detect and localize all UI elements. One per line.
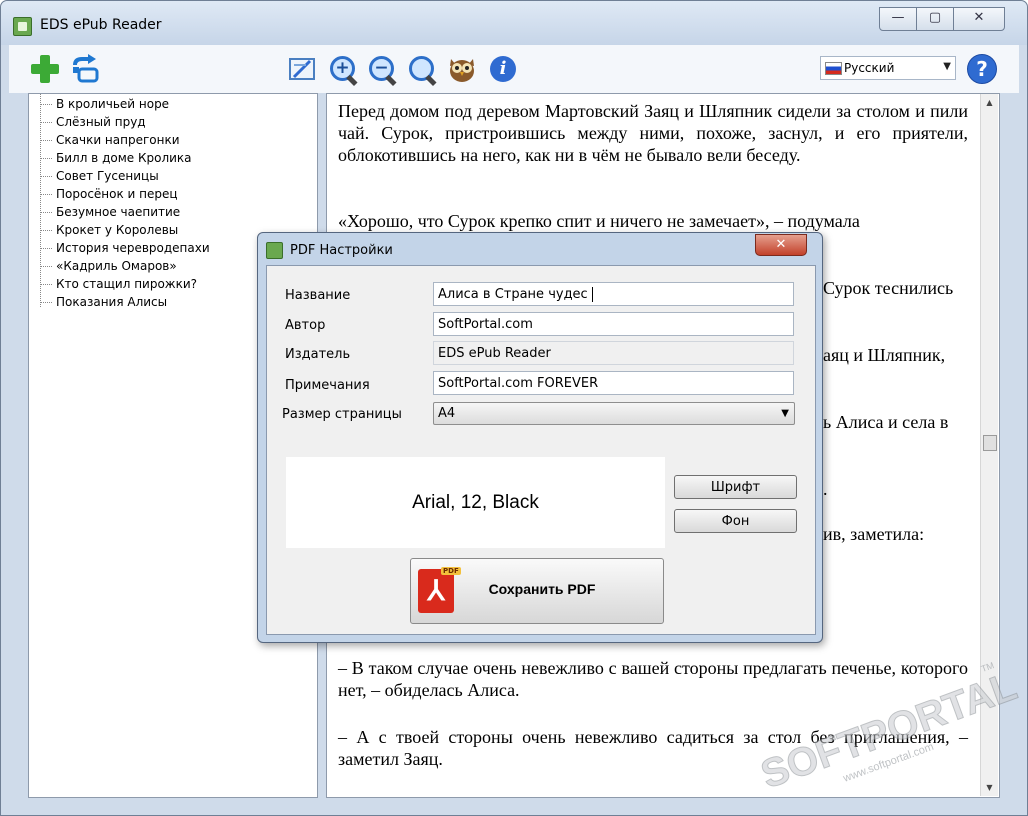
toc-item[interactable]: История черевродепахи <box>37 239 210 257</box>
pdf-badge: PDF <box>441 567 461 575</box>
font-preview: Arial, 12, Black <box>286 457 665 548</box>
scroll-down-icon[interactable]: ▼ <box>981 779 998 796</box>
maximize-button[interactable]: ▢ <box>916 7 954 31</box>
toc-item[interactable]: Безумное чаепитие <box>37 203 180 221</box>
toc-item[interactable]: Совет Гусеницы <box>37 167 159 185</box>
save-pdf-button[interactable]: ⅄ PDF Сохранить PDF <box>410 558 664 624</box>
language-select[interactable]: Русский ▼ <box>820 56 956 80</box>
paragraph: Сурок теснились <box>823 278 954 298</box>
help-glyph: ? <box>967 54 997 84</box>
russia-flag-icon <box>825 62 842 75</box>
author-input[interactable]: SoftPortal.com <box>433 312 794 336</box>
toc-item[interactable]: Слёзный пруд <box>37 113 146 131</box>
title-label: Название <box>285 288 351 303</box>
scroll-thumb[interactable] <box>983 435 997 451</box>
info-glyph: i <box>490 56 516 82</box>
paragraph: – А с твоей стороны очень невежливо сади… <box>338 727 968 769</box>
toc-item[interactable]: Показания Алисы <box>37 293 167 311</box>
toc-item[interactable]: Крокет у Королевы <box>37 221 178 239</box>
window-title: EDS ePub Reader <box>40 17 162 33</box>
toc-item[interactable]: Поросёнок и перец <box>37 185 178 203</box>
app-logo-icon <box>266 242 283 259</box>
paragraph: ь Алиса и села в <box>823 412 949 432</box>
vertical-scrollbar[interactable]: ▲ ▼ <box>980 94 998 796</box>
fit-page-icon[interactable] <box>286 53 318 85</box>
zoom-reset-icon[interactable] <box>406 53 438 87</box>
background-button[interactable]: Фон <box>674 509 797 533</box>
paragraph: «Хорошо, что Сурок крепко спит и ничего … <box>338 211 860 231</box>
text-caret <box>591 287 593 302</box>
close-button[interactable]: ✕ <box>953 7 1005 31</box>
zoom-out-icon[interactable]: − <box>366 53 398 87</box>
dropdown-arrow-icon: ▼ <box>781 408 789 419</box>
paragraph: аяц и Шляпник, <box>823 345 946 365</box>
toc-item[interactable]: «Кадриль Омаров» <box>37 257 177 275</box>
dialog-body: Название Алиса в Стране чудес Автор Soft… <box>266 265 816 635</box>
notes-label: Примечания <box>285 378 370 393</box>
paragraph: ив, заметила: <box>823 524 925 544</box>
dropdown-arrow-icon: ▼ <box>943 61 951 72</box>
publisher-label: Издатель <box>285 347 351 362</box>
info-icon[interactable]: i <box>487 53 519 85</box>
pdf-settings-dialog: PDF Настройки ✕ Название Алиса в Стране … <box>257 232 823 643</box>
dialog-title-bar: PDF Настройки ✕ <box>258 233 822 265</box>
owl-icon[interactable] <box>446 53 478 85</box>
convert-icon[interactable] <box>69 53 101 85</box>
author-label: Автор <box>285 318 326 333</box>
toc-item[interactable]: Кто стащил пирожки? <box>37 275 197 293</box>
paragraph: – В таком случае очень невежливо с вашей… <box>338 658 968 700</box>
page-size-label: Размер страницы <box>282 407 402 422</box>
zoom-in-icon[interactable]: + <box>327 53 359 87</box>
publisher-input: EDS ePub Reader <box>433 341 794 365</box>
page-size-select[interactable]: A4 ▼ <box>433 402 795 425</box>
scroll-up-icon[interactable]: ▲ <box>981 94 998 111</box>
minimize-button[interactable]: — <box>879 7 917 31</box>
toc-item[interactable]: В кроличьей норе <box>37 95 169 113</box>
paragraph: Перед домом под деревом Мартовский Заяц … <box>338 101 968 165</box>
title-input[interactable]: Алиса в Стране чудес <box>433 282 794 306</box>
dialog-title: PDF Настройки <box>290 243 393 258</box>
app-logo-icon <box>13 17 32 36</box>
toc-item[interactable]: Билл в доме Кролика <box>37 149 192 167</box>
add-icon[interactable] <box>29 53 61 85</box>
notes-input[interactable]: SoftPortal.com FOREVER <box>433 371 794 395</box>
page-size-value: A4 <box>438 406 456 421</box>
paragraph: . <box>823 479 828 499</box>
font-button[interactable]: Шрифт <box>674 475 797 499</box>
save-pdf-label: Сохранить PDF <box>488 581 596 597</box>
title-value: Алиса в Стране чудес <box>438 287 588 302</box>
language-value: Русский <box>844 61 895 75</box>
help-icon[interactable]: ? <box>966 53 998 85</box>
toc-item[interactable]: Скачки напрегонки <box>37 131 180 149</box>
title-bar: EDS ePub Reader — ▢ ✕ <box>1 1 1027 45</box>
toolbar: + − i Русский ▼ ? <box>9 45 1019 93</box>
dialog-close-button[interactable]: ✕ <box>755 234 807 256</box>
